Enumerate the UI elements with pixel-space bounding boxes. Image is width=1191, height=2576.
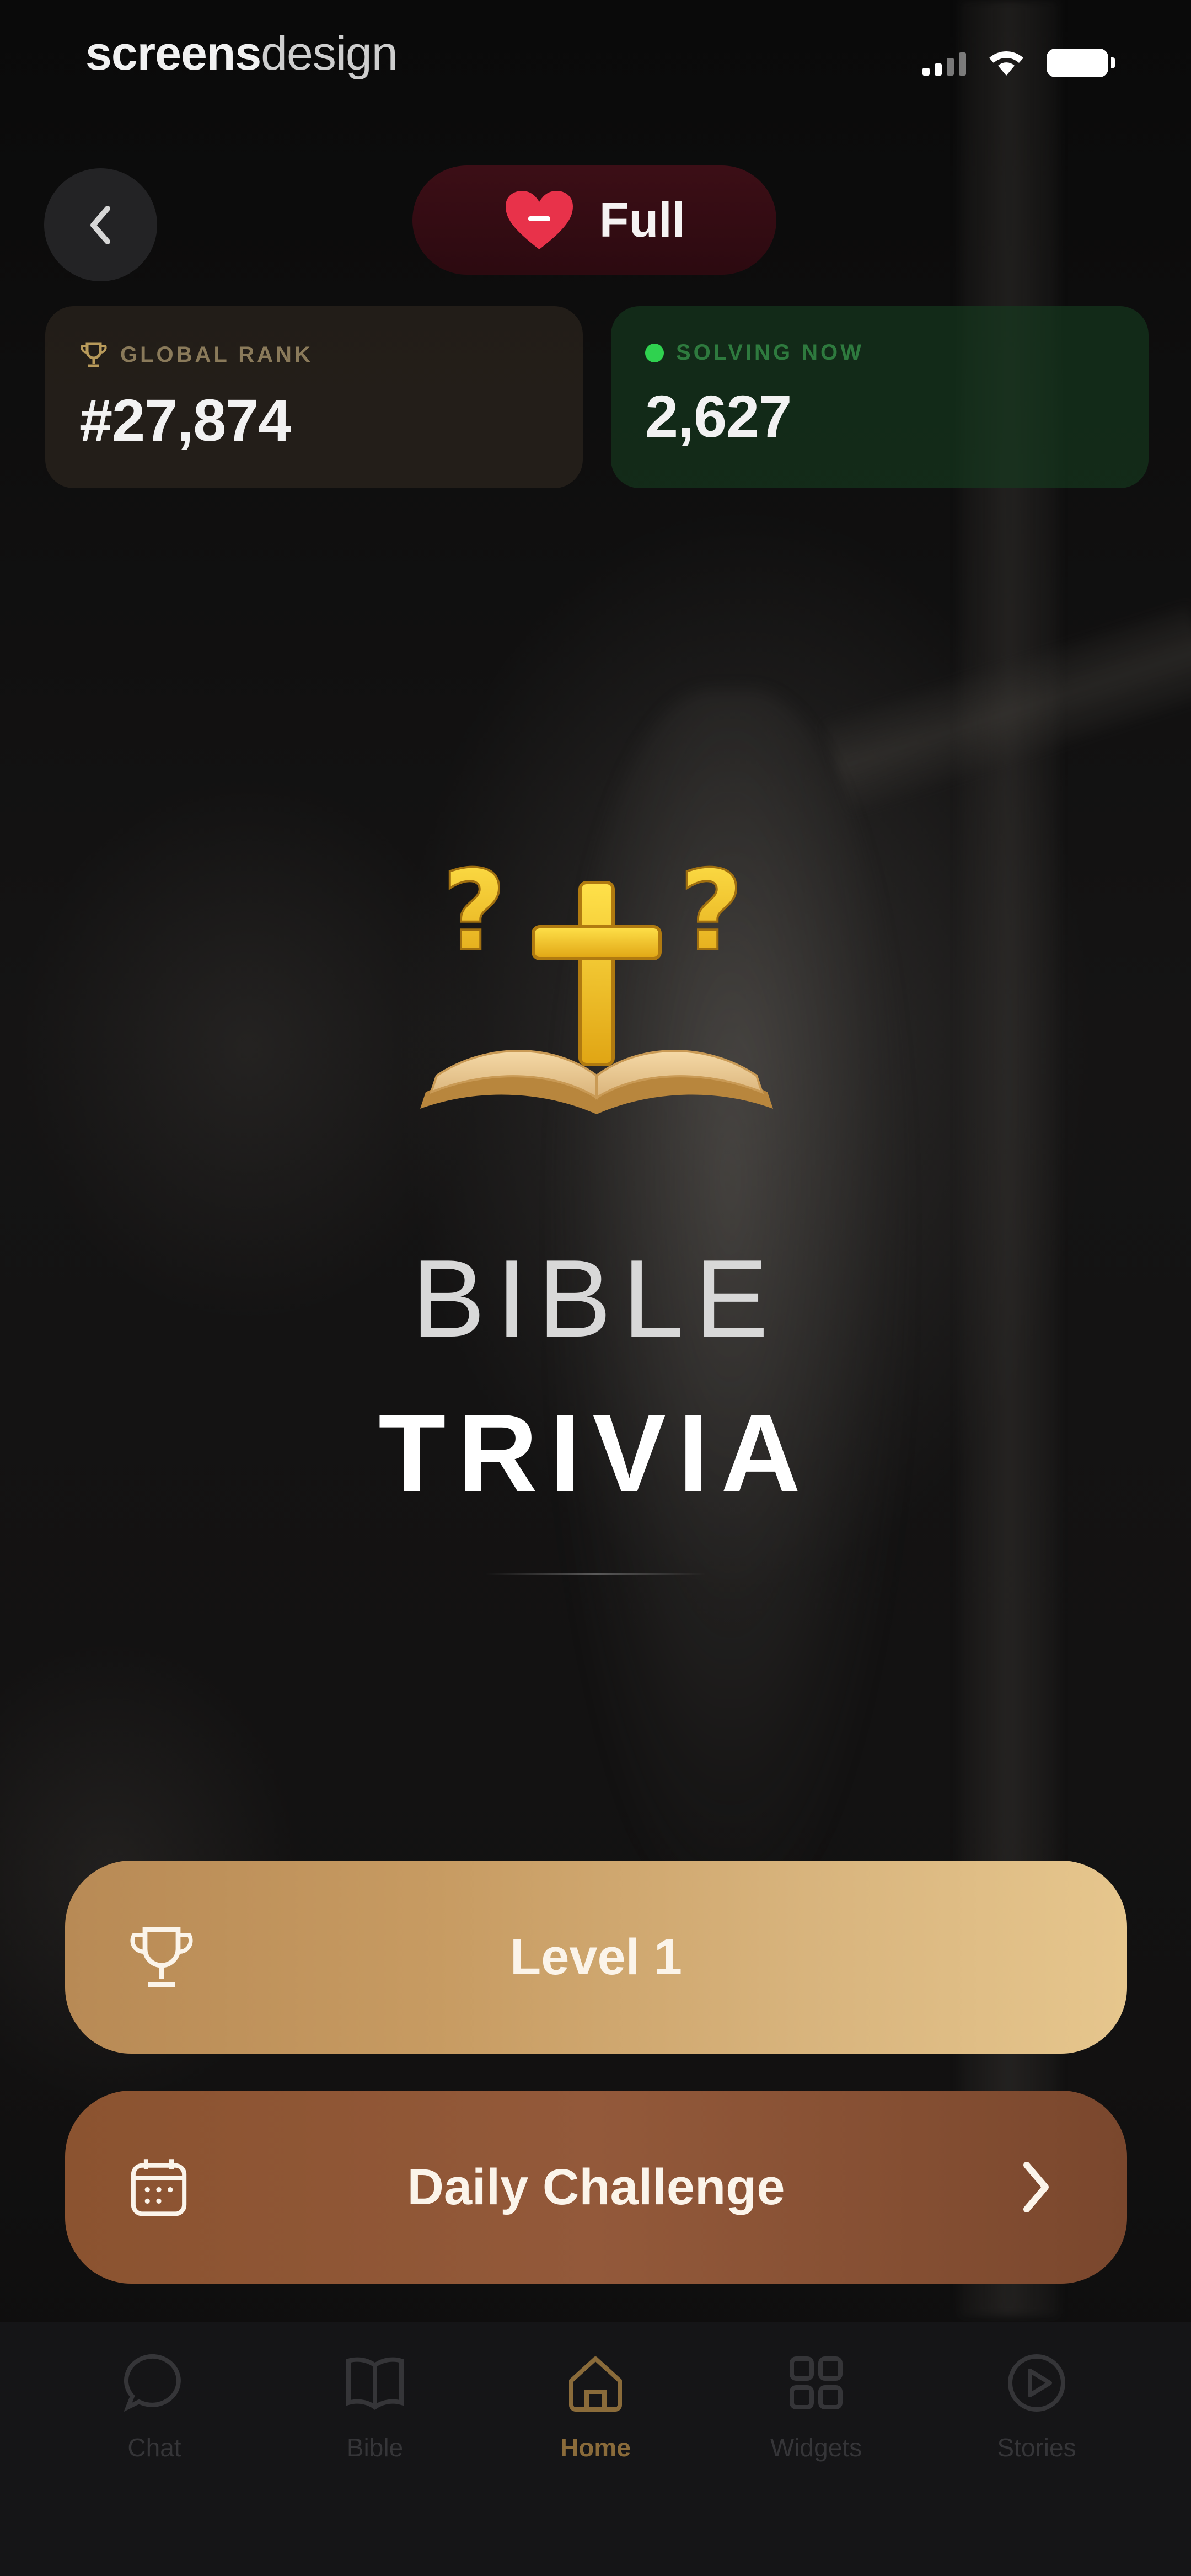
level-button[interactable]: Level 1: [65, 1861, 1127, 2054]
title-line-trivia: TRIVIA: [378, 1392, 813, 1515]
svg-text:?: ?: [442, 847, 506, 975]
level-button-label: Level 1: [510, 1928, 682, 1985]
battery-icon: [1047, 49, 1115, 77]
tab-chat[interactable]: Chat: [72, 2350, 237, 2462]
home-icon: [569, 2356, 622, 2412]
back-button[interactable]: [44, 168, 157, 281]
calendar-icon: [131, 2159, 187, 2216]
solving-now-value: 2,627: [645, 383, 792, 450]
tab-bible[interactable]: Bible: [292, 2350, 458, 2462]
chevron-left-icon: [90, 205, 110, 244]
online-dot-icon: [645, 343, 664, 362]
title-line-bible: BIBLE: [411, 1237, 780, 1360]
widgets-grid-icon: [790, 2356, 843, 2409]
tab-stories-label: Stories: [997, 2433, 1076, 2462]
tab-home-label: Home: [560, 2433, 631, 2462]
daily-challenge-button[interactable]: Daily Challenge: [65, 2091, 1127, 2284]
trophy-icon: [81, 342, 107, 367]
signal-icon: [922, 50, 966, 76]
global-rank-label: GLOBAL RANK: [120, 342, 313, 367]
tab-home[interactable]: Home: [513, 2350, 678, 2462]
global-rank-value: #27,874: [79, 387, 291, 453]
trophy-icon: [130, 1927, 193, 1987]
heart-icon: [505, 190, 573, 249]
chat-bubble-icon: [124, 2354, 181, 2412]
open-book-icon: [346, 2357, 404, 2410]
title-divider: [485, 1573, 706, 1575]
svg-text:?: ?: [679, 847, 743, 975]
chevron-right-icon: [1023, 2162, 1049, 2212]
daily-challenge-label: Daily Challenge: [407, 2158, 785, 2215]
global-rank-card: GLOBAL RANK #27,874: [45, 306, 583, 488]
hearts-status-label: Full: [599, 193, 686, 247]
status-icons: [922, 49, 1115, 77]
play-circle-icon: [1008, 2354, 1065, 2412]
watermark-logo: screensdesign: [85, 27, 398, 80]
tab-stories[interactable]: Stories: [954, 2350, 1119, 2462]
hearts-status-pill[interactable]: Full: [412, 165, 776, 275]
tab-chat-label: Chat: [127, 2433, 181, 2462]
wifi-icon: [989, 51, 1023, 76]
solving-now-card: SOLVING NOW 2,627: [611, 306, 1149, 488]
tab-bible-label: Bible: [346, 2433, 404, 2462]
tab-widgets-label: Widgets: [770, 2433, 862, 2462]
tab-widgets[interactable]: Widgets: [733, 2350, 899, 2462]
solving-now-label: SOLVING NOW: [676, 340, 864, 365]
bible-cross-question-icon: ? ?: [420, 846, 773, 1114]
